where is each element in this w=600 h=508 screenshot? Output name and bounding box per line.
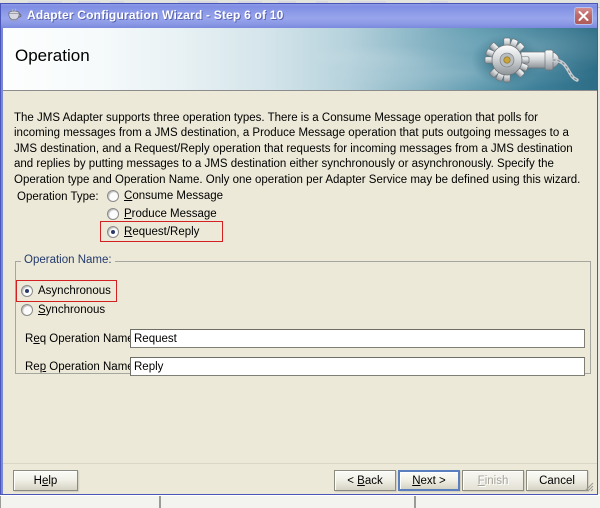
operation-type-label: Operation Type: <box>17 191 99 203</box>
radio-request-reply-label: Request/Reply <box>124 226 200 238</box>
radio-produce-message-indicator[interactable] <box>107 208 119 220</box>
radio-synchronous[interactable]: Synchronous <box>21 304 105 316</box>
close-button[interactable] <box>574 7 593 25</box>
radio-request-reply[interactable]: Request/Reply <box>107 226 199 238</box>
intro-description: The JMS Adapter supports three operation… <box>14 111 581 186</box>
radio-consume-message-label: Consume Message <box>124 190 224 202</box>
req-operation-name-label: Req Operation Name <box>25 333 134 345</box>
resize-grip-icon[interactable] <box>582 480 594 492</box>
radio-synchronous-indicator[interactable] <box>21 304 33 316</box>
radio-asynchronous-indicator[interactable] <box>21 285 33 297</box>
radio-asynchronous[interactable]: Asynchronous <box>21 285 111 297</box>
radio-request-reply-indicator[interactable] <box>107 226 119 238</box>
radio-produce-message[interactable]: Produce Message <box>107 208 217 220</box>
coffee-cup-icon <box>7 8 23 24</box>
cancel-button[interactable]: Cancel <box>526 470 588 491</box>
radio-produce-message-label: Produce Message <box>124 208 217 220</box>
gear-machinery-icon <box>449 28 589 90</box>
title-bar[interactable]: Adapter Configuration Wizard - Step 6 of… <box>1 4 597 28</box>
wizard-banner: Operation <box>3 28 597 91</box>
rep-operation-name-label: Rep Operation Name <box>25 361 134 373</box>
dialog-button-bar: Help < Back Next > Finish Cancel <box>3 463 597 494</box>
req-operation-name-input[interactable] <box>130 329 585 348</box>
next-button[interactable]: Next > <box>398 470 460 491</box>
finish-button: Finish <box>462 470 524 491</box>
background-bottom-strip <box>0 494 600 508</box>
radio-asynchronous-label: Asynchronous <box>38 285 111 297</box>
operation-name-group-title: Operation Name: <box>21 254 115 266</box>
radio-consume-message[interactable]: Consume Message <box>107 190 223 202</box>
radio-synchronous-label: Synchronous <box>38 304 106 316</box>
adapter-configuration-wizard-dialog: Adapter Configuration Wizard - Step 6 of… <box>0 3 598 495</box>
wizard-content-panel: The JMS Adapter supports three operation… <box>3 91 597 463</box>
window-title: Adapter Configuration Wizard - Step 6 of… <box>27 8 284 22</box>
back-button[interactable]: < Back <box>334 470 396 491</box>
rep-operation-name-input[interactable] <box>130 357 585 376</box>
page-title: Operation <box>15 46 90 65</box>
help-button[interactable]: Help <box>13 470 78 491</box>
radio-consume-message-indicator[interactable] <box>107 190 119 202</box>
